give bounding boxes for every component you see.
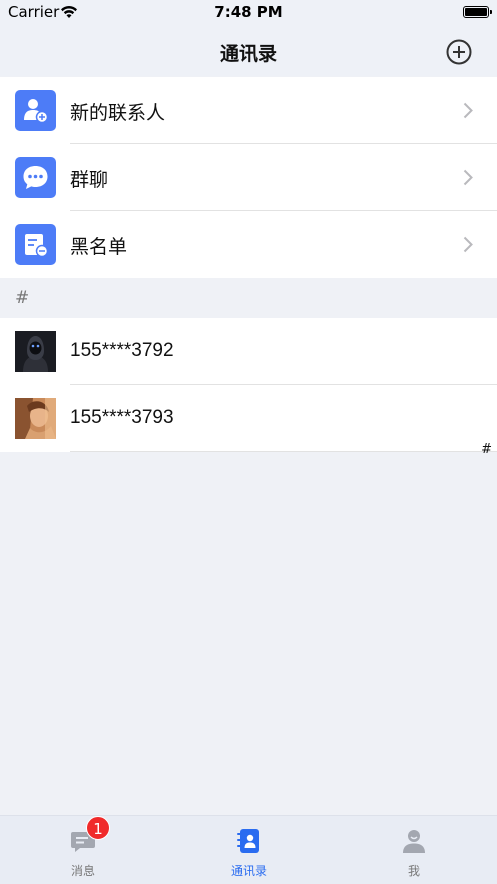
- avatar: [15, 331, 56, 372]
- tab-profile[interactable]: 我: [331, 816, 497, 884]
- contact-name: 155****3792: [70, 340, 174, 361]
- tab-messages[interactable]: 1 消息: [0, 816, 166, 884]
- avatar: [15, 398, 56, 439]
- clock: 7:48 PM: [214, 3, 283, 21]
- section-header: #: [0, 278, 497, 318]
- profile-icon: [403, 830, 425, 853]
- tab-messages-label: 消息: [70, 864, 95, 878]
- tab-contacts-label: 通讯录: [230, 864, 267, 878]
- battery-icon: [463, 6, 492, 18]
- page-title: 通讯录: [219, 43, 277, 65]
- navigation-bar: 通讯录: [0, 26, 497, 76]
- tab-bar: 1 消息 通讯录 我: [0, 815, 497, 884]
- blacklist-row[interactable]: 黑名单: [0, 211, 497, 278]
- contacts-icon: [237, 829, 259, 853]
- group-chat-row[interactable]: 群聊: [0, 144, 497, 211]
- new-contact-icon: [15, 90, 56, 131]
- unread-badge: 1: [86, 816, 110, 840]
- chevron-right-icon: [463, 236, 473, 253]
- group-chat-label: 群聊: [70, 169, 109, 191]
- blacklist-label: 黑名单: [70, 236, 128, 258]
- plus-circle-icon[interactable]: [446, 39, 472, 65]
- tab-contacts[interactable]: 通讯录: [166, 816, 332, 884]
- contact-row[interactable]: 155****3792: [0, 318, 497, 385]
- group-chat-icon: [15, 157, 56, 198]
- contact-row[interactable]: 155****3793: [0, 385, 497, 452]
- section-letter: #: [15, 288, 30, 308]
- new-contact-label: 新的联系人: [70, 102, 166, 124]
- tab-profile-label: 我: [407, 864, 420, 878]
- new-contact-row[interactable]: 新的联系人: [0, 77, 497, 144]
- contact-list: 155****3792 155****3793: [0, 318, 497, 452]
- function-list: 新的联系人 群聊 黑名单: [0, 77, 497, 278]
- divider: [70, 451, 497, 452]
- status-bar: Carrier 7:48 PM: [0, 0, 497, 26]
- blacklist-icon: [15, 224, 56, 265]
- index-bar-letter[interactable]: #: [481, 442, 492, 457]
- chevron-right-icon: [463, 169, 473, 186]
- chevron-right-icon: [463, 102, 473, 119]
- contact-name: 155****3793: [70, 407, 174, 428]
